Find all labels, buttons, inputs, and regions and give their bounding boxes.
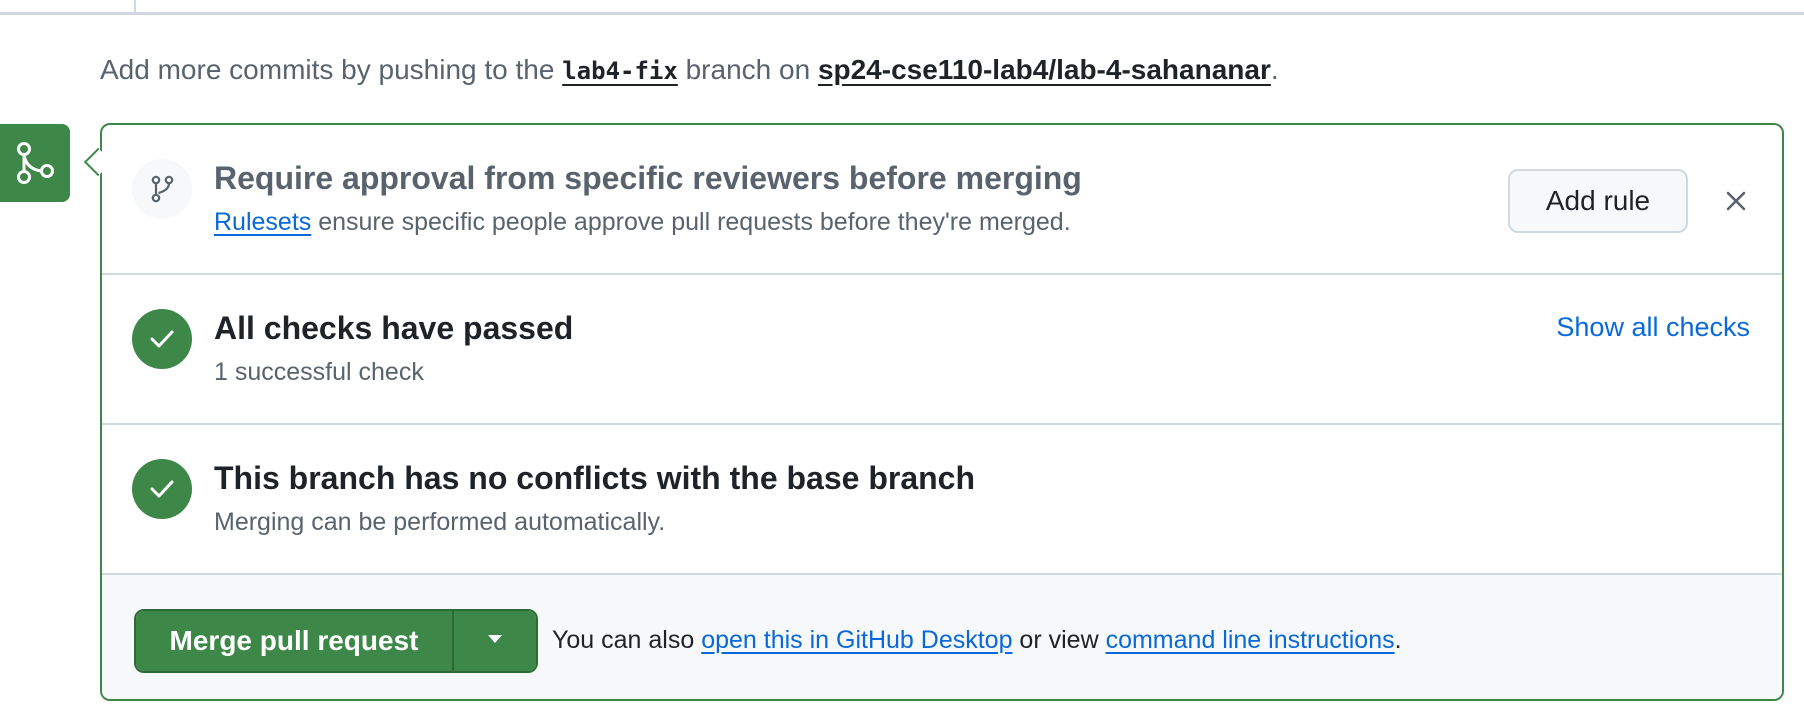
merge-button-group: Merge pull request bbox=[134, 609, 538, 673]
also-suffix: . bbox=[1394, 626, 1402, 654]
conflicts-status: This branch has no conflicts with the ba… bbox=[102, 425, 1782, 575]
conflicts-title: This branch has no conflicts with the ba… bbox=[214, 460, 976, 496]
push-info-prefix: Add more commits by pushing to the bbox=[100, 54, 555, 85]
github-desktop-link[interactable]: open this in GitHub Desktop bbox=[701, 626, 1012, 654]
add-rule-button[interactable]: Add rule bbox=[1508, 169, 1688, 233]
pr-merge-page: Add more commits by pushing to the lab4-… bbox=[0, 0, 1804, 724]
or-view-text: or view bbox=[1012, 626, 1106, 654]
merge-pull-request-button[interactable]: Merge pull request bbox=[136, 611, 454, 671]
rulesets-link[interactable]: Rulesets bbox=[214, 208, 311, 236]
branch-name-link[interactable]: lab4-fix bbox=[562, 57, 678, 85]
checks-status: All checks have passed 1 successful chec… bbox=[102, 275, 1782, 425]
top-divider bbox=[0, 12, 1804, 15]
also-prefix: You can also bbox=[552, 626, 702, 654]
checks-subtitle: 1 successful check bbox=[214, 358, 424, 386]
push-info-suffix: . bbox=[1270, 54, 1279, 85]
check-icon bbox=[132, 459, 192, 519]
conflicts-subtitle: Merging can be performed automatically. bbox=[214, 508, 666, 536]
ruleset-suggestion: Require approval from specific reviewers… bbox=[102, 125, 1782, 275]
git-merge-icon bbox=[0, 124, 70, 202]
merge-options-dropdown[interactable] bbox=[454, 611, 536, 671]
top-divider-tick bbox=[134, 0, 136, 14]
repo-name-link[interactable]: sp24-cse110-lab4/lab-4-sahananar bbox=[818, 54, 1271, 85]
ruleset-description: Rulesets ensure specific people approve … bbox=[214, 205, 1071, 239]
merge-footer: Merge pull request You can also open thi… bbox=[102, 575, 1782, 699]
ruleset-title: Require approval from specific reviewers… bbox=[214, 160, 1082, 196]
push-info-line: Add more commits by pushing to the lab4-… bbox=[100, 50, 1279, 91]
push-info-middle: branch on bbox=[685, 54, 811, 85]
merge-alternatives-text: You can also open this in GitHub Desktop… bbox=[552, 623, 1402, 657]
command-line-instructions-link[interactable]: command line instructions bbox=[1106, 626, 1395, 654]
show-all-checks-link[interactable]: Show all checks bbox=[1556, 309, 1750, 345]
check-icon bbox=[132, 309, 192, 369]
ruleset-description-text: ensure specific people approve pull requ… bbox=[311, 208, 1071, 236]
git-branch-icon bbox=[132, 159, 192, 219]
checks-title: All checks have passed bbox=[214, 310, 574, 346]
triangle-down-icon bbox=[486, 632, 504, 650]
close-icon[interactable] bbox=[1718, 183, 1754, 219]
merge-box: Require approval from specific reviewers… bbox=[100, 123, 1784, 701]
